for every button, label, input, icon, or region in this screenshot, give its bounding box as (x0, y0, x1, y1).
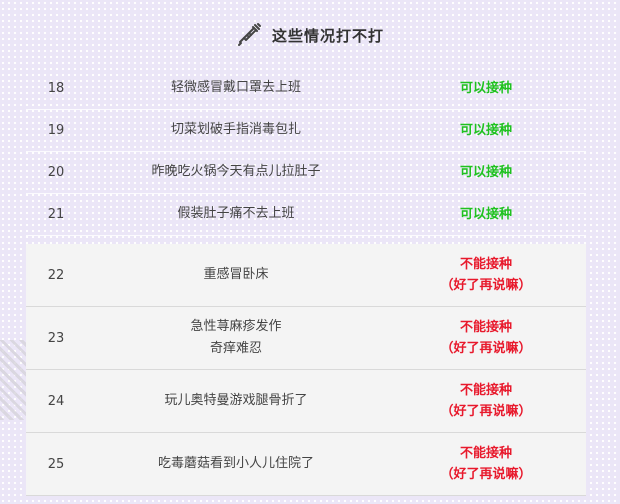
row-number: 21 (47, 206, 65, 222)
table-row: 24 玩儿奥特曼游戏腿骨折了 不能接种 （好了再说嘛） (26, 370, 586, 433)
row-verdict-line2: （好了再说嘛） (440, 341, 532, 356)
row-verdict: 不能接种 （好了再说嘛） (386, 317, 586, 359)
row-verdict: 可以接种 (459, 122, 512, 138)
row-number: 19 (47, 122, 65, 138)
row-number: 24 (47, 393, 65, 409)
table-row: 18 轻微感冒戴口罩去上班 可以接种 (26, 67, 586, 110)
syringe-icon (237, 23, 261, 46)
page-title: 这些情况打不打 (271, 26, 384, 45)
row-verdict: 不能接种 （好了再说嘛） (386, 443, 586, 485)
table-row: 21 假装肚子痛不去上班 可以接种 (26, 193, 586, 236)
row-description: 吃毒蘑菇看到小人儿住院了 (86, 453, 386, 475)
row-verdict-line2: （好了再说嘛） (440, 404, 532, 419)
row-description-line2: 奇痒难忍 (209, 341, 262, 356)
row-description: 假装肚子痛不去上班 (177, 206, 295, 221)
row-number: 22 (47, 267, 65, 283)
row-verdict-line1: 不能接种 (459, 320, 512, 335)
row-description: 玩儿奥特曼游戏腿骨折了 (86, 390, 386, 412)
row-verdict: 可以接种 (459, 164, 512, 180)
row-number: 20 (47, 164, 65, 180)
row-verdict: 可以接种 (459, 80, 512, 96)
row-description: 重感冒卧床 (86, 264, 386, 286)
row-verdict-line1: 不能接种 (459, 383, 512, 398)
table-row: 23 急性荨麻疹发作 奇痒难忍 不能接种 （好了再说嘛） (26, 307, 586, 370)
row-verdict: 不能接种 （好了再说嘛） (386, 380, 586, 422)
table-row: 20 昨晚吃火锅今天有点儿拉肚子 可以接种 (26, 151, 586, 194)
table-row: 19 切菜划破手指消毒包扎 可以接种 (26, 109, 586, 152)
row-description: 切菜划破手指消毒包扎 (170, 122, 301, 137)
row-verdict: 可以接种 (459, 206, 512, 222)
row-description-line1: 重感冒卧床 (203, 267, 269, 282)
page-header: 这些情况打不打 (0, 18, 620, 52)
row-description-line1: 玩儿奥特曼游戏腿骨折了 (164, 393, 308, 408)
row-verdict-line2: （好了再说嘛） (440, 467, 532, 482)
row-verdict-line1: 不能接种 (459, 257, 512, 272)
row-description: 轻微感冒戴口罩去上班 (170, 80, 301, 95)
row-verdict-line1: 不能接种 (459, 446, 512, 461)
row-verdict: 不能接种 （好了再说嘛） (386, 254, 586, 296)
row-description: 昨晚吃火锅今天有点儿拉肚子 (151, 164, 321, 179)
row-number: 25 (47, 456, 65, 472)
table-row: 25 吃毒蘑菇看到小人儿住院了 不能接种 （好了再说嘛） (26, 433, 586, 496)
row-verdict-line2: （好了再说嘛） (440, 278, 532, 293)
row-description: 急性荨麻疹发作 奇痒难忍 (86, 316, 386, 360)
row-description-line1: 吃毒蘑菇看到小人儿住院了 (157, 456, 314, 471)
row-description-line1: 急性荨麻疹发作 (190, 319, 282, 334)
row-number: 23 (47, 330, 65, 346)
row-number: 18 (47, 80, 65, 96)
table-row: 22 重感冒卧床 不能接种 （好了再说嘛） (26, 244, 586, 307)
